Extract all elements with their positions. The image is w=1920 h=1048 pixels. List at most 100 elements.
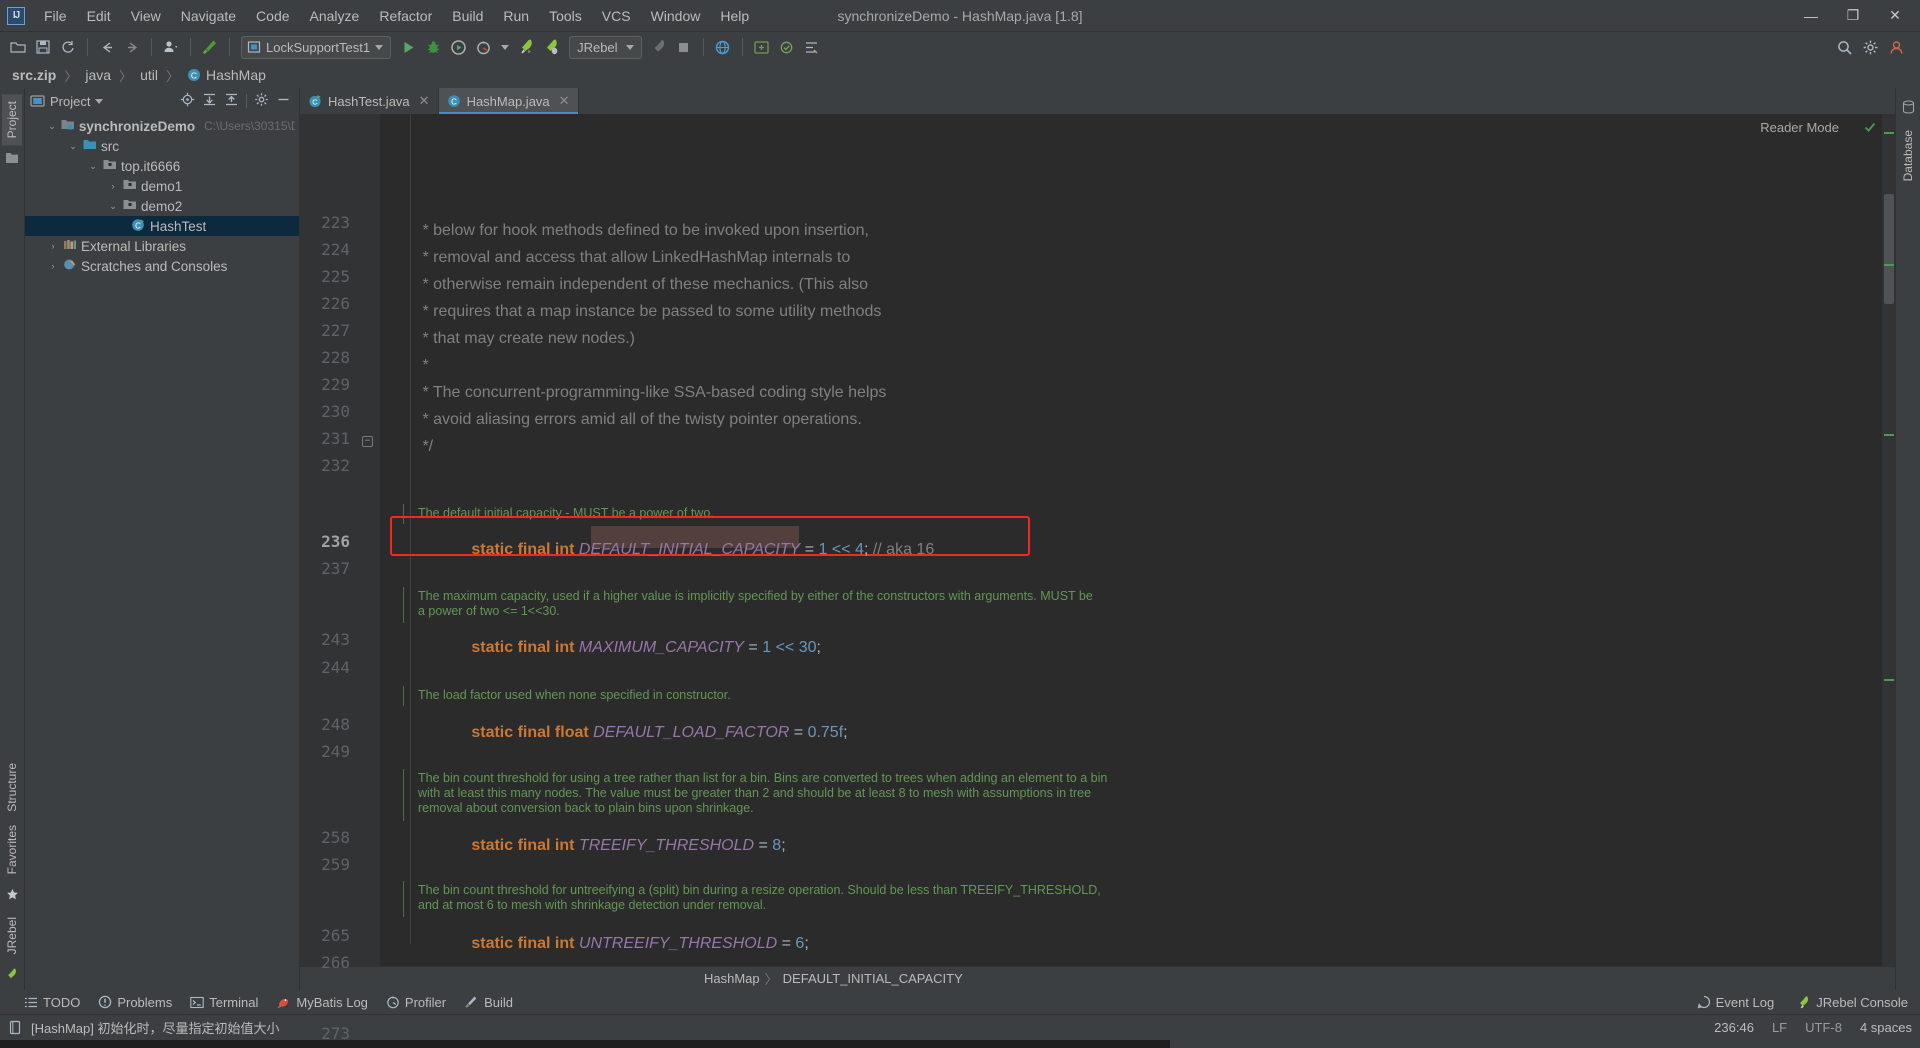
menu-window[interactable]: Window bbox=[641, 5, 711, 27]
close-button[interactable]: ✕ bbox=[1874, 1, 1916, 31]
project-panel-title-group[interactable]: Project bbox=[30, 94, 103, 109]
locate-icon[interactable] bbox=[180, 92, 195, 110]
back-arrow-icon[interactable] bbox=[95, 35, 119, 59]
code-declaration-default-initial-capacity[interactable]: static final int DEFAULT_INITIAL_CAPACIT… bbox=[418, 523, 934, 577]
save-all-icon[interactable] bbox=[31, 35, 55, 59]
sidebar-item-favorites[interactable]: Favorites bbox=[2, 818, 22, 881]
tree-item-external-libraries[interactable]: › External Libraries bbox=[25, 236, 299, 256]
tree-item-hashtest[interactable]: C HashTest bbox=[25, 216, 299, 236]
menu-edit[interactable]: Edit bbox=[77, 5, 121, 27]
tab-hashtest-java[interactable]: C HashTest.java ✕ bbox=[300, 88, 439, 114]
profile-run-icon[interactable] bbox=[471, 35, 495, 59]
chevron-down-icon[interactable]: ⌄ bbox=[87, 161, 99, 172]
tool-window-problems[interactable]: Problems bbox=[98, 995, 172, 1010]
menu-run[interactable]: Run bbox=[493, 5, 539, 27]
stop-icon[interactable] bbox=[672, 35, 696, 59]
web-browser-icon[interactable] bbox=[711, 35, 735, 59]
user-account-icon[interactable] bbox=[1884, 35, 1908, 59]
git-update-icon[interactable] bbox=[750, 35, 774, 59]
breadcrumb-util[interactable]: util bbox=[136, 66, 162, 84]
run-configuration-selector[interactable]: LockSupportTest1 bbox=[241, 36, 391, 59]
sync-refresh-icon[interactable] bbox=[56, 35, 80, 59]
code-declaration-maximum-capacity[interactable]: static final int MAXIMUM_CAPACITY = 1 <<… bbox=[418, 621, 821, 675]
editor-scroll-thumb[interactable] bbox=[1884, 194, 1894, 304]
database-icon[interactable] bbox=[1902, 100, 1915, 117]
settings-gear-icon[interactable] bbox=[1858, 35, 1882, 59]
hide-panel-icon[interactable] bbox=[276, 92, 291, 110]
sidebar-item-structure[interactable]: Structure bbox=[2, 756, 22, 819]
code-declaration-untreeify-threshold[interactable]: static final int UNTREEIFY_THRESHOLD = 6… bbox=[418, 917, 809, 966]
sidebar-item-database[interactable]: Database bbox=[1898, 123, 1918, 188]
close-icon[interactable]: ✕ bbox=[419, 93, 430, 109]
code-declaration-treeify-threshold[interactable]: static final int TREEIFY_THRESHOLD = 8; bbox=[418, 819, 786, 873]
code-fold-icon[interactable]: − bbox=[362, 436, 373, 447]
jrebel-action-icon[interactable] bbox=[647, 35, 671, 59]
tree-item-demo1[interactable]: › demo1 bbox=[25, 176, 299, 196]
breadcrumb-java[interactable]: java bbox=[81, 66, 115, 84]
tree-item-src[interactable]: ⌄ src bbox=[25, 136, 299, 156]
expand-all-icon[interactable] bbox=[202, 92, 217, 110]
menu-refactor[interactable]: Refactor bbox=[369, 5, 442, 27]
file-encoding[interactable]: UTF-8 bbox=[1805, 1020, 1842, 1035]
tool-window-terminal[interactable]: Terminal bbox=[190, 995, 258, 1010]
search-structure-icon[interactable] bbox=[800, 35, 824, 59]
tool-window-event-log[interactable]: Event Log bbox=[1697, 995, 1775, 1010]
menu-help[interactable]: Help bbox=[710, 5, 759, 27]
breadcrumb-src-zip[interactable]: src.zip bbox=[8, 66, 60, 84]
chevron-down-icon[interactable] bbox=[375, 45, 383, 50]
commit-icon[interactable] bbox=[775, 35, 799, 59]
editor-breadcrumb-hashmap[interactable]: HashMap bbox=[704, 971, 760, 986]
debug-icon[interactable] bbox=[421, 35, 445, 59]
tree-item-top-it6666[interactable]: ⌄ top.it6666 bbox=[25, 156, 299, 176]
maximize-button[interactable]: ❐ bbox=[1832, 1, 1874, 31]
menu-vcs[interactable]: VCS bbox=[592, 5, 641, 27]
open-folder-icon[interactable] bbox=[6, 35, 30, 59]
chevron-down-icon[interactable]: ⌄ bbox=[47, 121, 57, 132]
user-profile-icon[interactable] bbox=[159, 35, 183, 59]
menu-analyze[interactable]: Analyze bbox=[300, 5, 370, 27]
code-canvas[interactable]: * below for hook methods defined to be i… bbox=[380, 114, 1881, 966]
tool-window-profiler[interactable]: Profiler bbox=[386, 995, 446, 1010]
chevron-right-icon[interactable]: › bbox=[47, 241, 59, 251]
sidebar-item-jrebel[interactable]: JRebel bbox=[2, 910, 22, 961]
profile-chevron-down-icon[interactable] bbox=[501, 45, 509, 50]
tool-window-mybatis-log[interactable]: MyBatis Log bbox=[276, 995, 368, 1010]
forward-arrow-icon[interactable] bbox=[120, 35, 144, 59]
editor-breadcrumb-default-initial-capacity[interactable]: DEFAULT_INITIAL_CAPACITY bbox=[783, 971, 963, 986]
breadcrumb-hashmap[interactable]: C HashMap bbox=[183, 66, 270, 84]
editor-gutter[interactable]: 223 224 225 226 227 228 229 230 231 232 … bbox=[300, 114, 380, 966]
tool-window-todo[interactable]: TODO bbox=[24, 995, 80, 1010]
menu-build[interactable]: Build bbox=[442, 5, 493, 27]
chevron-down-icon[interactable]: ⌄ bbox=[107, 201, 119, 212]
run-with-coverage-icon[interactable] bbox=[446, 35, 470, 59]
jrebel-selector[interactable]: JRebel bbox=[569, 36, 641, 59]
jrebel-debug-icon[interactable] bbox=[540, 35, 564, 59]
settings-gear-icon[interactable] bbox=[254, 92, 269, 110]
chevron-down-icon[interactable] bbox=[95, 99, 103, 104]
close-icon[interactable]: ✕ bbox=[559, 93, 570, 109]
jrebel-chevron-down-icon[interactable] bbox=[626, 45, 634, 50]
project-folder-icon[interactable] bbox=[5, 151, 19, 167]
status-message-group[interactable]: [HashMap] 初始化时，尽量指定初始值大小 bbox=[8, 1018, 279, 1037]
caret-position[interactable]: 236:46 bbox=[1714, 1020, 1754, 1035]
search-everywhere-icon[interactable] bbox=[1832, 35, 1856, 59]
editor-marker-bar[interactable] bbox=[1881, 114, 1895, 966]
tree-item-demo2[interactable]: ⌄ demo2 bbox=[25, 196, 299, 216]
tool-window-jrebel-console[interactable]: JRebel Console bbox=[1796, 995, 1908, 1010]
tool-window-build[interactable]: Build bbox=[464, 995, 513, 1010]
code-declaration-default-load-factor[interactable]: static final float DEFAULT_LOAD_FACTOR =… bbox=[418, 706, 848, 760]
sidebar-item-project[interactable]: Project bbox=[2, 94, 22, 145]
hammer-build-icon[interactable] bbox=[198, 35, 222, 59]
run-icon[interactable] bbox=[396, 35, 420, 59]
menu-tools[interactable]: Tools bbox=[539, 5, 592, 27]
tab-hashmap-java[interactable]: C HashMap.java ✕ bbox=[439, 88, 579, 114]
line-separator[interactable]: LF bbox=[1772, 1020, 1787, 1035]
chevron-right-icon[interactable]: › bbox=[47, 261, 59, 271]
indent-setting[interactable]: 4 spaces bbox=[1860, 1020, 1912, 1035]
menu-view[interactable]: View bbox=[121, 5, 171, 27]
reader-mode-indicator[interactable]: Reader Mode bbox=[1760, 120, 1839, 135]
inspection-status-ok-icon[interactable] bbox=[1863, 120, 1877, 137]
menu-file[interactable]: File bbox=[34, 5, 77, 27]
jrebel-run-icon[interactable] bbox=[515, 35, 539, 59]
tree-item-scratches-and-consoles[interactable]: › Scratches and Consoles bbox=[25, 256, 299, 276]
